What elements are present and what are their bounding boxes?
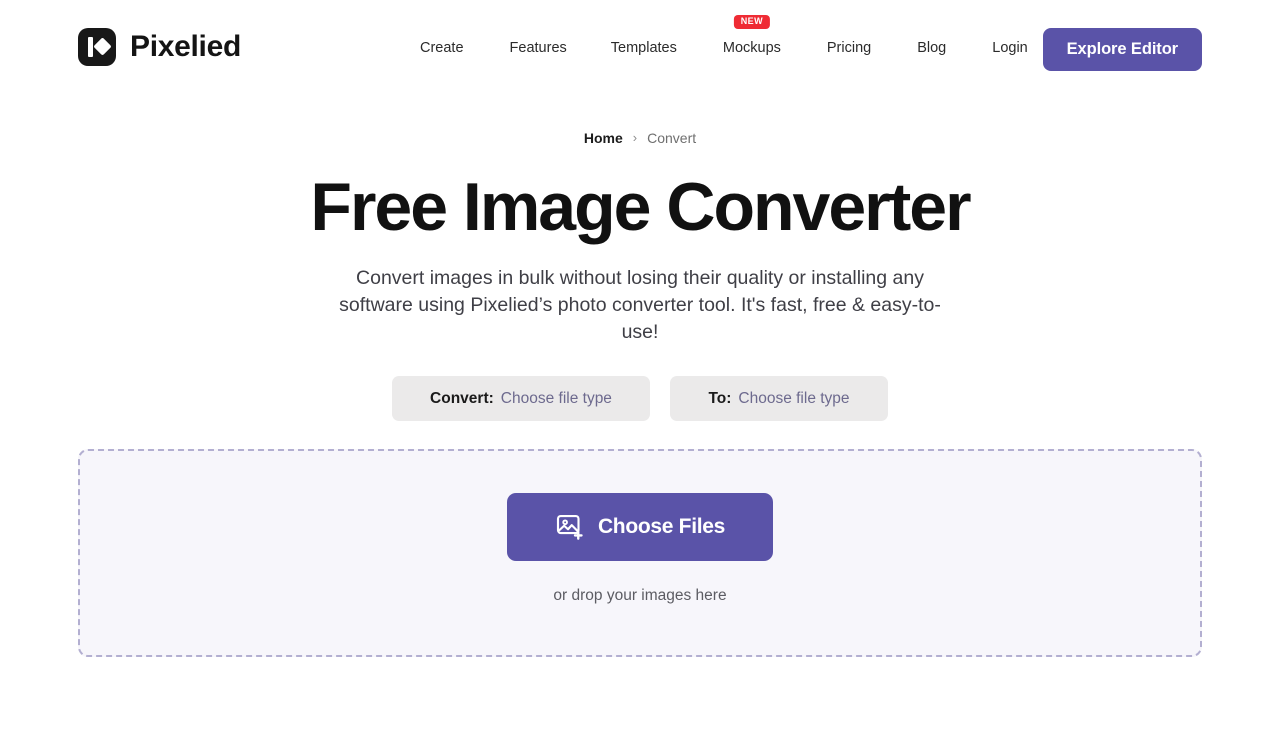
nav-label-create: Create bbox=[420, 40, 464, 56]
choose-files-label: Choose Files bbox=[597, 515, 726, 539]
breadcrumb-item-home[interactable]: Home bbox=[584, 130, 623, 146]
pixelied-logo-icon bbox=[78, 28, 116, 66]
add-image-icon bbox=[556, 515, 583, 540]
nav-label-templates: Templates bbox=[610, 40, 677, 56]
page-title: Free Image Converter bbox=[310, 169, 971, 245]
nav-item-login[interactable]: Login bbox=[992, 36, 1027, 60]
convert-to-label: To: bbox=[708, 389, 732, 407]
new-badge: NEW bbox=[733, 15, 770, 29]
breadcrumb-item-convert: Convert bbox=[647, 130, 697, 146]
convert-to-dropdown[interactable]: To: Choose file type bbox=[670, 376, 888, 422]
convert-from-dropdown[interactable]: Convert: Choose file type bbox=[392, 376, 650, 422]
nav-item-pricing[interactable]: Pricing bbox=[827, 36, 871, 60]
nav-item-blog[interactable]: Blog bbox=[917, 36, 946, 60]
page-subtitle: Convert images in bulk without losing th… bbox=[339, 267, 941, 344]
site-header: Pixelied Create Features Templates NEW M… bbox=[0, 0, 1280, 102]
nav-item-mockups[interactable]: NEW Mockups bbox=[722, 15, 781, 60]
convert-from-label: Convert: bbox=[430, 389, 494, 407]
primary-navigation: Create Features Templates NEW Mockups Pr… bbox=[420, 15, 1028, 60]
brand-logo-link[interactable]: Pixelied bbox=[78, 28, 241, 66]
drop-hint-text: or drop your images here bbox=[553, 587, 727, 605]
nav-item-templates[interactable]: Templates bbox=[611, 36, 677, 60]
nav-label-login: Login bbox=[992, 40, 1028, 56]
chevron-right-icon: › bbox=[632, 129, 638, 145]
nav-label-features: Features bbox=[509, 40, 567, 56]
nav-label-blog: Blog bbox=[917, 40, 947, 56]
nav-item-create[interactable]: Create bbox=[420, 36, 464, 60]
file-dropzone[interactable]: Choose Files or drop your images here bbox=[78, 449, 1202, 658]
nav-label-mockups: Mockups bbox=[722, 40, 781, 56]
nav-item-features[interactable]: Features bbox=[510, 36, 567, 60]
choose-files-button[interactable]: Choose Files bbox=[507, 493, 773, 562]
page-root: Pixelied Create Features Templates NEW M… bbox=[0, 0, 1280, 752]
convert-to-value: Choose file type bbox=[738, 389, 850, 407]
breadcrumb: Home › Convert bbox=[0, 129, 1280, 147]
logo-diamond-shape bbox=[93, 37, 112, 56]
file-type-selector-row: Convert: Choose file type To: Choose fil… bbox=[0, 376, 1280, 422]
nav-label-pricing: Pricing bbox=[826, 40, 872, 56]
explore-editor-button[interactable]: Explore Editor bbox=[1042, 28, 1202, 71]
brand-name: Pixelied bbox=[130, 30, 241, 63]
main-content: Home › Convert Free Image Converter Conv… bbox=[0, 102, 1280, 658]
convert-from-value: Choose file type bbox=[500, 389, 612, 407]
logo-bar-shape bbox=[88, 37, 93, 57]
